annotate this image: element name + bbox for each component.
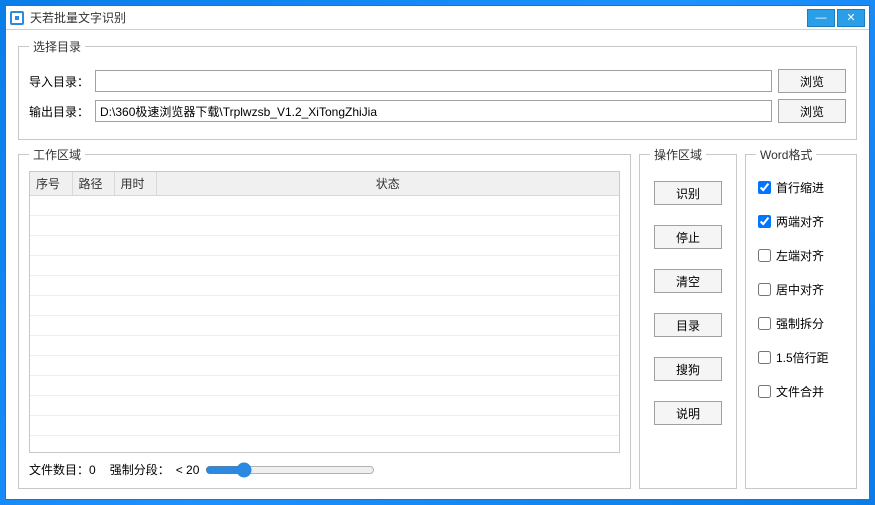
work-legend: 工作区域 [29, 146, 85, 163]
import-dir-input[interactable] [95, 70, 772, 92]
force-seg-value: < 20 [176, 463, 200, 477]
table-row [30, 216, 619, 236]
force-seg-label: 强制分段： [110, 461, 170, 478]
table-row [30, 416, 619, 436]
ops-group: 操作区域 识别 停止 清空 目录 搜狗 说明 [639, 146, 737, 489]
chk-merge-files-box[interactable] [758, 385, 771, 398]
clear-button[interactable]: 清空 [654, 269, 722, 293]
recognize-button[interactable]: 识别 [654, 181, 722, 205]
table-row [30, 256, 619, 276]
table-row [30, 196, 619, 216]
dir-legend: 选择目录 [29, 38, 85, 55]
import-row: 导入目录： 浏览 [29, 69, 846, 93]
titlebar: 天若批量文字识别 — ✕ [6, 6, 869, 30]
chk-line-15[interactable]: 1.5倍行距 [758, 349, 844, 366]
wordfmt-col: Word格式 首行缩进 两端对齐 左端对齐 居中对齐 强制拆分 1.5倍行距 文… [745, 146, 857, 489]
output-dir-input[interactable] [95, 100, 772, 122]
chk-merge-files[interactable]: 文件合并 [758, 383, 844, 400]
wordfmt-legend: Word格式 [756, 146, 816, 163]
mid-section: 工作区域 序号 路径 用时 状态 [18, 146, 857, 489]
table-row [30, 236, 619, 256]
output-row: 输出目录： 浏览 [29, 99, 846, 123]
table-row [30, 396, 619, 416]
table-row [30, 316, 619, 336]
chk-justify-box[interactable] [758, 215, 771, 228]
table-row [30, 336, 619, 356]
table-row [30, 356, 619, 376]
work-table-wrap[interactable]: 序号 路径 用时 状态 [29, 171, 620, 453]
dir-group: 选择目录 导入目录： 浏览 输出目录： 浏览 [18, 38, 857, 140]
col-status[interactable]: 状态 [156, 172, 619, 196]
col-path[interactable]: 路径 [72, 172, 114, 196]
output-browse-button[interactable]: 浏览 [778, 99, 846, 123]
chk-force-split[interactable]: 强制拆分 [758, 315, 844, 332]
table-row [30, 376, 619, 396]
force-seg-wrap: 强制分段： < 20 [110, 461, 376, 478]
work-table: 序号 路径 用时 状态 [30, 172, 619, 436]
app-icon [10, 11, 24, 25]
close-button[interactable]: ✕ [837, 9, 865, 27]
chk-first-indent[interactable]: 首行缩进 [758, 179, 844, 196]
work-area-group: 工作区域 序号 路径 用时 状态 [18, 146, 631, 489]
table-row [30, 296, 619, 316]
chk-force-split-box[interactable] [758, 317, 771, 330]
import-label: 导入目录： [29, 73, 89, 90]
import-browse-button[interactable]: 浏览 [778, 69, 846, 93]
chk-center-box[interactable] [758, 283, 771, 296]
window-title: 天若批量文字识别 [30, 9, 805, 26]
ops-legend: 操作区域 [650, 146, 706, 163]
wordfmt-group: Word格式 首行缩进 两端对齐 左端对齐 居中对齐 强制拆分 1.5倍行距 文… [745, 146, 857, 489]
table-row [30, 276, 619, 296]
help-button[interactable]: 说明 [654, 401, 722, 425]
chk-left-box[interactable] [758, 249, 771, 262]
stop-button[interactable]: 停止 [654, 225, 722, 249]
app-window: 天若批量文字识别 — ✕ 选择目录 导入目录： 浏览 输出目录： 浏览 工作区域 [5, 5, 870, 500]
sogou-button[interactable]: 搜狗 [654, 357, 722, 381]
output-label: 输出目录： [29, 103, 89, 120]
dir-button[interactable]: 目录 [654, 313, 722, 337]
col-time[interactable]: 用时 [114, 172, 156, 196]
ops-col: 操作区域 识别 停止 清空 目录 搜狗 说明 [639, 146, 737, 489]
force-seg-slider[interactable] [205, 462, 375, 478]
client-area: 选择目录 导入目录： 浏览 输出目录： 浏览 工作区域 序号 [6, 30, 869, 499]
chk-first-indent-box[interactable] [758, 181, 771, 194]
chk-line-15-box[interactable] [758, 351, 771, 364]
work-footer: 文件数目：0 强制分段： < 20 [29, 461, 620, 478]
chk-left[interactable]: 左端对齐 [758, 247, 844, 264]
file-count: 文件数目：0 [29, 461, 96, 478]
minimize-button[interactable]: — [807, 9, 835, 27]
chk-center[interactable]: 居中对齐 [758, 281, 844, 298]
work-table-body [30, 196, 619, 436]
chk-justify[interactable]: 两端对齐 [758, 213, 844, 230]
col-seq[interactable]: 序号 [30, 172, 72, 196]
